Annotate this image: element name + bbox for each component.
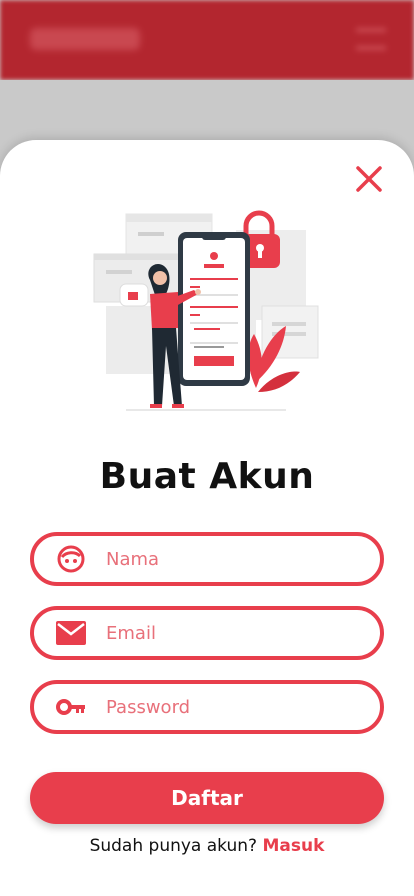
background-header xyxy=(0,0,414,80)
page-title: Buat Akun xyxy=(99,456,315,497)
login-prompt: Sudah punya akun? Masuk xyxy=(0,836,414,856)
background-logo xyxy=(30,28,140,50)
name-input[interactable] xyxy=(104,547,348,571)
name-field[interactable] xyxy=(30,532,384,586)
login-link[interactable]: Masuk xyxy=(262,836,324,856)
close-icon xyxy=(356,166,382,192)
signup-modal: Buat Akun Nama Email Daftar Sudah punya … xyxy=(0,140,414,896)
email-field[interactable] xyxy=(30,606,384,660)
register-button[interactable]: Daftar xyxy=(30,772,384,824)
email-input[interactable] xyxy=(104,621,348,645)
signup-illustration xyxy=(93,210,319,411)
mail-icon xyxy=(56,618,86,648)
face-icon xyxy=(56,544,86,574)
close-button[interactable] xyxy=(352,162,386,196)
login-prompt-text: Sudah punya akun? xyxy=(89,836,258,856)
key-icon xyxy=(56,692,86,722)
background-menu-icon xyxy=(356,28,386,50)
password-input[interactable] xyxy=(104,695,348,719)
password-field[interactable] xyxy=(30,680,384,734)
